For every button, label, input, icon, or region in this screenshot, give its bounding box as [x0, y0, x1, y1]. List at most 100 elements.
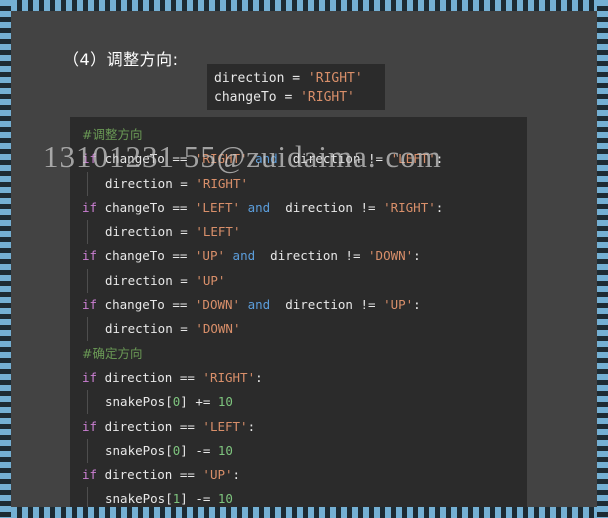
code-token: : [413, 248, 421, 264]
code-line: direction = 'DOWN' [70, 317, 527, 342]
code-token: 'RIGHT' [383, 199, 436, 215]
code-token: #确定方向 [82, 345, 143, 361]
section-heading: （4）调整方向: [63, 50, 179, 69]
code-token: changeTo == [97, 297, 195, 313]
code-token: changeTo = [214, 90, 301, 105]
code-token: 10 [217, 491, 233, 507]
code-token: direction != [270, 199, 384, 215]
code-token: if [82, 467, 98, 483]
code-token: and [232, 248, 256, 264]
code-token: snakePos[ [105, 394, 173, 410]
code-token: 'DOWN' [368, 248, 414, 264]
code-token: 'LEFT' [390, 151, 436, 167]
code-line: if changeTo == 'UP' and direction != 'DO… [70, 244, 527, 268]
code-token: 10 [217, 442, 233, 458]
code-token: if [82, 151, 98, 167]
code-token: 'RIGHT' [195, 175, 248, 191]
code-token: 'UP' [202, 467, 233, 483]
code-token: 'UP' [194, 248, 226, 264]
code-token: 'RIGHT' [307, 71, 363, 86]
code-token: ] += [180, 394, 218, 410]
code-line: snakePos[0] -= 10 [70, 438, 527, 463]
code-token: 'LEFT' [202, 418, 248, 434]
code-token: and [255, 151, 278, 167]
code-token: 'DOWN' [195, 321, 241, 337]
code-line: snakePos[1] -= 10 [70, 487, 527, 507]
code-token: if [82, 369, 98, 385]
code-token: 'DOWN' [194, 297, 241, 313]
snippet-line-list: direction = 'RIGHT' changeTo = 'RIGHT' [214, 69, 385, 107]
indent-guide [87, 390, 88, 415]
code-token: direction != [277, 151, 391, 167]
code-line: if direction == 'RIGHT': [70, 366, 527, 390]
code-token: if [82, 418, 98, 434]
code-token: direction = [105, 224, 196, 240]
code-token: 'UP' [383, 297, 414, 313]
code-token: : [247, 418, 256, 434]
indent-guide [87, 220, 88, 245]
decorative-border-bottom [0, 507, 608, 518]
code-token: #调整方向 [82, 127, 143, 142]
code-line: #调整方向 [70, 123, 527, 147]
code-token: if [82, 248, 98, 264]
code-token: changeTo == [97, 248, 195, 264]
content-surface: （4）调整方向: direction = 'RIGHT' changeTo = '… [11, 11, 597, 507]
code-line: if direction == 'LEFT': [70, 415, 527, 439]
code-token: : [435, 151, 444, 167]
code-token: : [413, 297, 421, 313]
code-token: ] -= [180, 491, 218, 507]
code-line: direction = 'RIGHT' [70, 171, 527, 196]
direction-logic-code-block: #调整方向 if changeTo == 'RIGHT' and directio… [70, 117, 527, 507]
code-token: 'RIGHT' [194, 151, 248, 167]
indent-guide [87, 438, 88, 463]
code-line: if changeTo == 'LEFT' and direction != '… [70, 196, 527, 220]
code-token: direction = [105, 321, 196, 337]
code-token: direction == [97, 369, 203, 385]
code-token: changeTo == [97, 151, 195, 167]
code-token: 'UP' [195, 272, 226, 288]
indent-guide [87, 487, 88, 507]
code-line: changeTo = 'RIGHT' [214, 88, 385, 107]
code-token: 'RIGHT' [202, 369, 256, 385]
code-line: if changeTo == 'RIGHT' and direction != … [70, 147, 527, 171]
code-token: ] -= [180, 442, 218, 458]
code-token: direction = [214, 71, 308, 86]
code-line: direction = 'RIGHT' [214, 69, 385, 88]
code-token: direction = [105, 272, 196, 288]
code-token: 'LEFT' [195, 224, 241, 240]
code-token: direction == [97, 467, 203, 483]
code-token: 'LEFT' [194, 199, 241, 215]
decorative-border-top [0, 0, 608, 11]
code-line: snakePos[0] += 10 [70, 390, 527, 415]
indent-guide [87, 171, 88, 196]
code-line: if changeTo == 'DOWN' and direction != '… [70, 293, 527, 317]
code-token: if [82, 199, 98, 215]
code-token: 'RIGHT' [300, 90, 355, 105]
code-token: and [247, 199, 271, 215]
code-token: and [247, 297, 271, 313]
code-token: : [232, 467, 241, 483]
code-line: if direction == 'UP': [70, 463, 527, 487]
code-token: snakePos[ [105, 491, 173, 507]
code-token: direction = [105, 175, 196, 191]
screenshot-page: （4）调整方向: direction = 'RIGHT' changeTo = '… [0, 0, 608, 518]
code-line: direction = 'UP' [70, 268, 527, 293]
indent-guide [87, 317, 88, 342]
code-token: : [255, 369, 263, 385]
code-token: direction == [97, 418, 203, 434]
decorative-border-right [597, 0, 608, 518]
code-line: #确定方向 [70, 342, 527, 366]
code-token: if [82, 297, 98, 313]
code-token: direction != [255, 248, 369, 264]
code-token: changeTo == [97, 199, 195, 215]
code-token: direction != [270, 297, 384, 313]
indent-guide [87, 268, 88, 293]
code-token: 10 [217, 394, 233, 410]
code-line: direction = 'LEFT' [70, 220, 527, 245]
variable-declaration-code-block: direction = 'RIGHT' changeTo = 'RIGHT' [207, 64, 385, 110]
code-token: : [435, 199, 444, 215]
